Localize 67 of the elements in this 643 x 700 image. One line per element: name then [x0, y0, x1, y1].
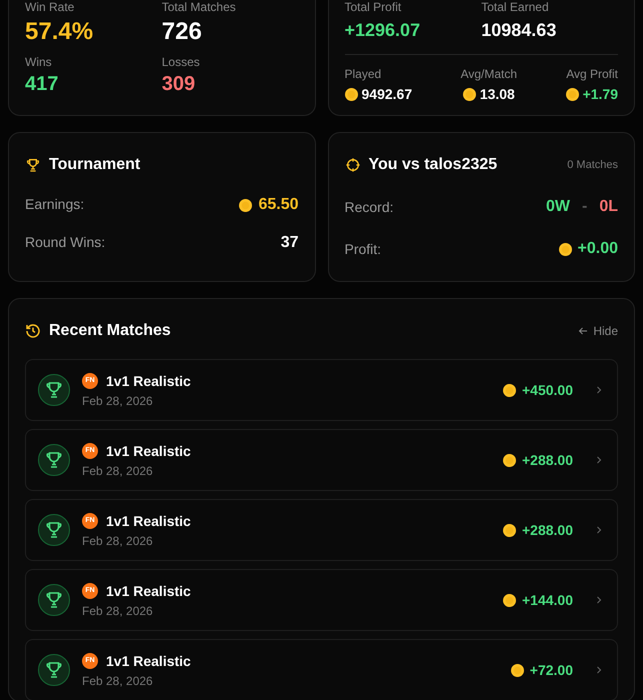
- match-amount: +288.00: [522, 450, 573, 470]
- stat-label: Losses: [162, 55, 201, 70]
- match-date: Feb 28, 2026: [82, 532, 154, 550]
- match-date: Feb 28, 2026: [82, 672, 154, 690]
- row-label: Earnings:: [25, 196, 84, 214]
- stat-value: 309: [162, 72, 196, 97]
- card-title: You vs talos2325: [368, 155, 498, 175]
- trophy-icon: [38, 584, 70, 616]
- section-title: Recent Matches: [49, 321, 171, 341]
- coin-icon: [462, 88, 476, 101]
- match-count: 0 Matches: [567, 158, 618, 173]
- row-value: +0.00: [578, 239, 618, 259]
- match-amount: +450.00: [522, 380, 573, 400]
- coin-icon: [503, 594, 516, 606]
- stat-value: +1296.07: [344, 19, 422, 42]
- stat-value: 13.08: [480, 86, 515, 103]
- stat-value: 57.4%: [25, 17, 94, 47]
- trophy-icon: [25, 157, 41, 173]
- coin-icon: [558, 242, 572, 256]
- trophy-icon: [38, 444, 70, 476]
- match-title: 1v1 Realistic: [106, 652, 191, 670]
- history-icon: [25, 323, 41, 339]
- match-date: Feb 28, 2026: [82, 462, 154, 480]
- coin-icon: [344, 88, 358, 101]
- stat-value: 9492.67: [362, 86, 412, 103]
- match-title: 1v1 Realistic: [106, 372, 191, 390]
- coin-icon: [239, 198, 252, 212]
- stat-value: 726: [162, 17, 203, 47]
- match-title: 1v1 Realistic: [106, 442, 191, 460]
- match-amount: +144.00: [522, 590, 573, 610]
- stat-label: Total Earned: [481, 0, 550, 15]
- stat-label: Avg/Match: [460, 66, 518, 82]
- stat-value: +1.79: [582, 86, 618, 103]
- match-title: 1v1 Realistic: [106, 582, 191, 600]
- hide-button[interactable]: Hide: [577, 322, 618, 340]
- stat-value: 417: [25, 72, 60, 97]
- arrow-left-icon: [577, 325, 590, 337]
- stat-label: Total Matches: [162, 0, 237, 15]
- coin-icon: [503, 384, 516, 396]
- trophy-icon: [38, 654, 70, 686]
- stat-label: Wins: [25, 55, 53, 70]
- card-title: Tournament: [49, 155, 140, 175]
- match-amount: +288.00: [522, 520, 573, 540]
- losses-value: 0L: [599, 197, 618, 217]
- stat-label: Avg Profit: [566, 66, 618, 82]
- coin-icon: [566, 88, 579, 101]
- match-date: Feb 28, 2026: [82, 602, 154, 620]
- stat-label: Played: [344, 66, 382, 82]
- row-label: Round Wins:: [25, 234, 106, 252]
- row-value: 37: [280, 233, 298, 253]
- coin-icon: [510, 664, 524, 676]
- match-date: Feb 28, 2026: [82, 392, 154, 410]
- coin-icon: [503, 524, 516, 536]
- separator: -: [582, 197, 588, 217]
- crosshair-icon: [344, 157, 360, 173]
- match-title: 1v1 Realistic: [106, 512, 191, 530]
- row-label: Record:: [344, 198, 394, 216]
- stat-value: 10984.63: [481, 19, 558, 42]
- match-amount: +72.00: [530, 660, 573, 680]
- trophy-icon: [38, 514, 70, 546]
- stat-label: Total Profit: [344, 0, 402, 15]
- row-value: 65.50: [258, 195, 298, 215]
- wins-value: 0W: [546, 197, 570, 217]
- stat-label: Win Rate: [25, 0, 76, 15]
- trophy-icon: [38, 374, 70, 406]
- coin-icon: [503, 454, 516, 466]
- row-label: Profit:: [344, 240, 382, 258]
